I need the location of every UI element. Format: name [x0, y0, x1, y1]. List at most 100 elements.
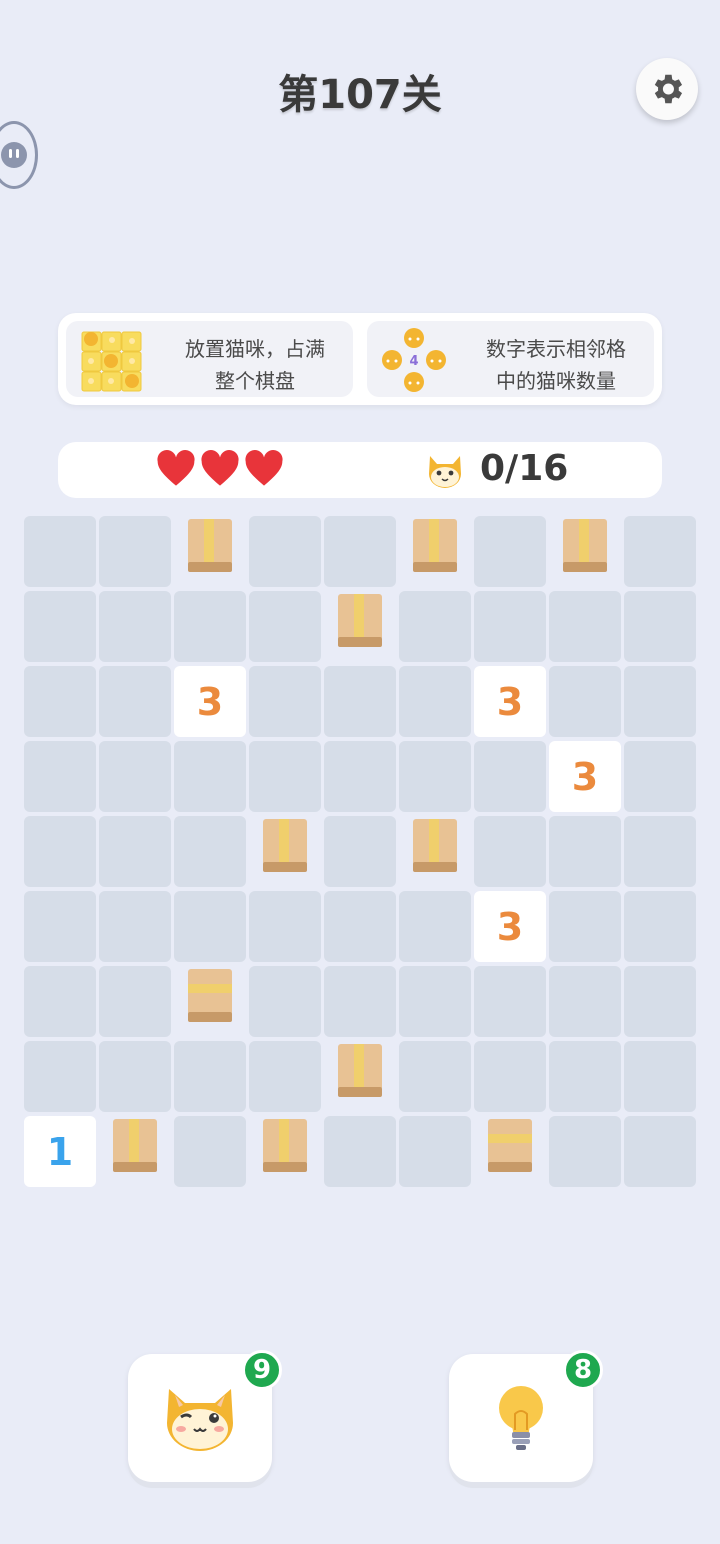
cardboard-box-icon — [413, 519, 457, 572]
empty-cell[interactable] — [474, 1041, 546, 1112]
empty-cell[interactable] — [549, 966, 621, 1037]
cardboard-box-icon — [263, 819, 307, 872]
empty-cell[interactable] — [624, 741, 696, 812]
hint-count-badge: 8 — [563, 1350, 603, 1390]
box-cell — [174, 966, 246, 1037]
empty-cell[interactable] — [99, 816, 171, 887]
empty-cell[interactable] — [324, 891, 396, 962]
cardboard-box-icon — [113, 1119, 157, 1172]
empty-cell[interactable] — [249, 891, 321, 962]
empty-cell[interactable] — [99, 1041, 171, 1112]
empty-cell[interactable] — [174, 741, 246, 812]
empty-cell[interactable] — [24, 966, 96, 1037]
empty-cell[interactable] — [624, 591, 696, 662]
empty-cell[interactable] — [324, 966, 396, 1037]
empty-cell[interactable] — [174, 1116, 246, 1187]
lives-display — [156, 450, 284, 488]
empty-cell[interactable] — [174, 591, 246, 662]
empty-cell[interactable] — [249, 591, 321, 662]
empty-cell[interactable] — [249, 741, 321, 812]
rule-text-line: 数字表示相邻格 — [486, 337, 626, 361]
empty-cell[interactable] — [99, 666, 171, 737]
status-bar: 0/16 — [58, 442, 662, 498]
empty-cell[interactable] — [249, 516, 321, 587]
empty-cell[interactable] — [399, 1041, 471, 1112]
empty-cell[interactable] — [324, 1116, 396, 1187]
empty-cell[interactable] — [624, 816, 696, 887]
rule-text-line: 整个棋盘 — [215, 369, 295, 393]
cat-face-icon — [429, 456, 461, 488]
rule-icon-number: 4 — [409, 354, 418, 369]
empty-cell[interactable] — [174, 891, 246, 962]
cardboard-box-icon — [488, 1119, 532, 1172]
empty-cell[interactable] — [624, 516, 696, 587]
empty-cell[interactable] — [624, 666, 696, 737]
empty-cell[interactable] — [99, 591, 171, 662]
cardboard-box-icon — [263, 1119, 307, 1172]
empty-cell[interactable] — [24, 1041, 96, 1112]
clue-cell: 1 — [24, 1116, 96, 1187]
empty-cell[interactable] — [474, 741, 546, 812]
empty-cell[interactable] — [99, 516, 171, 587]
clue-cell: 3 — [549, 741, 621, 812]
empty-cell[interactable] — [624, 966, 696, 1037]
empty-cell[interactable] — [24, 666, 96, 737]
empty-cell[interactable] — [24, 741, 96, 812]
empty-cell[interactable] — [399, 741, 471, 812]
empty-cell[interactable] — [324, 816, 396, 887]
box-cell — [474, 1116, 546, 1187]
empty-cell[interactable] — [474, 516, 546, 587]
empty-cell[interactable] — [249, 966, 321, 1037]
cat-grid-icon — [81, 331, 142, 392]
box-cell — [549, 516, 621, 587]
rules-panel: 放置猫咪，占满 整个棋盘 4 数字表示相邻格 中的猫咪数量 — [58, 313, 662, 405]
cardboard-box-icon — [188, 519, 232, 572]
empty-cell[interactable] — [549, 891, 621, 962]
cardboard-box-icon — [338, 1044, 382, 1097]
empty-cell[interactable] — [249, 666, 321, 737]
empty-cell[interactable] — [399, 591, 471, 662]
empty-cell[interactable] — [24, 516, 96, 587]
heart-icon — [201, 450, 239, 486]
cardboard-box-icon — [338, 594, 382, 647]
empty-cell[interactable] — [399, 891, 471, 962]
empty-cell[interactable] — [324, 516, 396, 587]
empty-cell[interactable] — [24, 591, 96, 662]
empty-cell[interactable] — [624, 1041, 696, 1112]
hint-button[interactable]: 8 — [449, 1350, 603, 1482]
clue-cell: 3 — [474, 891, 546, 962]
empty-cell[interactable] — [24, 891, 96, 962]
empty-cell[interactable] — [174, 816, 246, 887]
empty-cell[interactable] — [249, 1041, 321, 1112]
empty-cell[interactable] — [99, 966, 171, 1037]
empty-cell[interactable] — [549, 816, 621, 887]
empty-cell[interactable] — [324, 666, 396, 737]
box-cell — [324, 591, 396, 662]
place-cat-button[interactable]: 9 — [128, 1350, 282, 1482]
empty-cell[interactable] — [24, 816, 96, 887]
empty-cell[interactable] — [99, 891, 171, 962]
empty-cell[interactable] — [474, 966, 546, 1037]
empty-cell[interactable] — [549, 666, 621, 737]
cardboard-box-icon — [188, 969, 232, 1022]
winking-cat-icon — [167, 1389, 233, 1451]
empty-cell[interactable] — [474, 816, 546, 887]
empty-cell[interactable] — [549, 1041, 621, 1112]
empty-cell[interactable] — [174, 1041, 246, 1112]
cardboard-box-icon — [563, 519, 607, 572]
empty-cell[interactable] — [474, 591, 546, 662]
box-cell — [399, 516, 471, 587]
empty-cell[interactable] — [549, 591, 621, 662]
floating-assistant-button[interactable] — [0, 121, 38, 189]
heart-icon — [157, 450, 195, 486]
empty-cell[interactable] — [399, 966, 471, 1037]
empty-cell[interactable] — [399, 666, 471, 737]
empty-cell[interactable] — [549, 1116, 621, 1187]
empty-cell[interactable] — [624, 1116, 696, 1187]
box-cell — [399, 816, 471, 887]
empty-cell[interactable] — [99, 741, 171, 812]
empty-cell[interactable] — [399, 1116, 471, 1187]
empty-cell[interactable] — [324, 741, 396, 812]
settings-button[interactable] — [636, 58, 698, 120]
empty-cell[interactable] — [624, 891, 696, 962]
